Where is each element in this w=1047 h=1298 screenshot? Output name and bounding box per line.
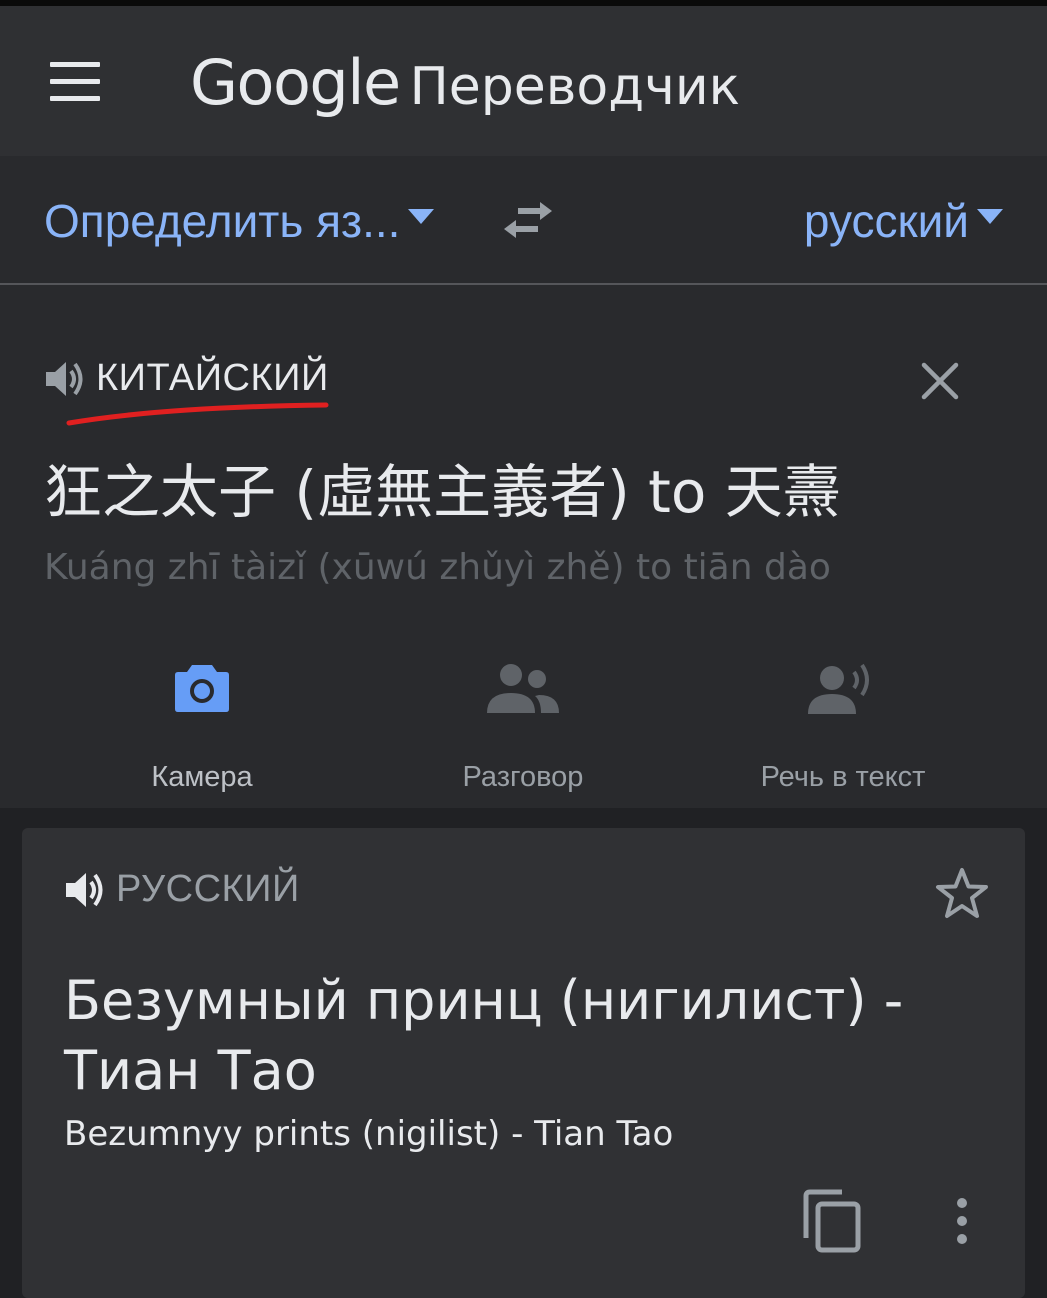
source-text[interactable]: 狂之太子 (虛無主義者) to 天燾 (44, 445, 841, 529)
conversation-icon (487, 664, 559, 713)
source-language-label: Определить яз... (44, 195, 401, 247)
speech-to-text-button[interactable]: Речь в текст (713, 655, 973, 794)
camera-icon (175, 665, 229, 712)
speech-to-text-label: Речь в текст (760, 761, 926, 793)
product-name: Переводчик (409, 57, 741, 117)
target-language-label: русский (803, 195, 969, 247)
speaker-icon[interactable] (64, 870, 108, 910)
speech-to-text-icon (808, 663, 869, 714)
result-language-label: РУССКИЙ (116, 868, 300, 910)
conversation-button[interactable]: Разговор (393, 655, 653, 794)
app-title: Google Переводчик (190, 46, 740, 126)
app-bar: Google Переводчик (0, 6, 1047, 156)
red-underline-annotation (66, 402, 329, 426)
swap-arrows-icon[interactable] (500, 198, 556, 242)
copy-icon[interactable] (802, 1188, 862, 1254)
camera-label: Камера (151, 761, 253, 793)
dropdown-caret-icon (977, 209, 1003, 225)
hamburger-menu-icon[interactable] (50, 62, 100, 102)
language-bar: Определить яз... русский (0, 156, 1047, 285)
result-language-row: РУССКИЙ (64, 868, 300, 918)
dropdown-caret-icon (408, 209, 435, 225)
detected-language-label: КИТАЙСКИЙ (96, 357, 329, 399)
target-language-selector[interactable]: русский (804, 194, 1003, 248)
close-icon[interactable] (918, 359, 962, 403)
star-icon[interactable] (934, 866, 990, 922)
google-logo-text: Google (190, 46, 401, 119)
speaker-icon[interactable] (44, 359, 88, 399)
source-language-selector[interactable]: Определить яз... (44, 194, 435, 248)
conversation-label: Разговор (462, 761, 584, 793)
translated-text: Безумный принц (нигилист) - Тиан Тао (64, 969, 904, 1102)
translation-card: РУССКИЙ Безумный принц (нигилист) - Тиан… (22, 828, 1025, 1298)
translated-transliteration: Bezumnyy prints (nigilist) - Tian Tao (64, 1114, 674, 1154)
more-vert-icon[interactable] (947, 1196, 977, 1246)
source-transliteration: Kuáng zhī tàizǐ (xūwú zhǔyì zhě) to tiān… (44, 547, 831, 588)
input-panel: КИТАЙСКИЙ 狂之太子 (虛無主義者) to 天燾 Kuáng zhī t… (0, 285, 1047, 808)
camera-button[interactable]: Камера (72, 655, 332, 794)
